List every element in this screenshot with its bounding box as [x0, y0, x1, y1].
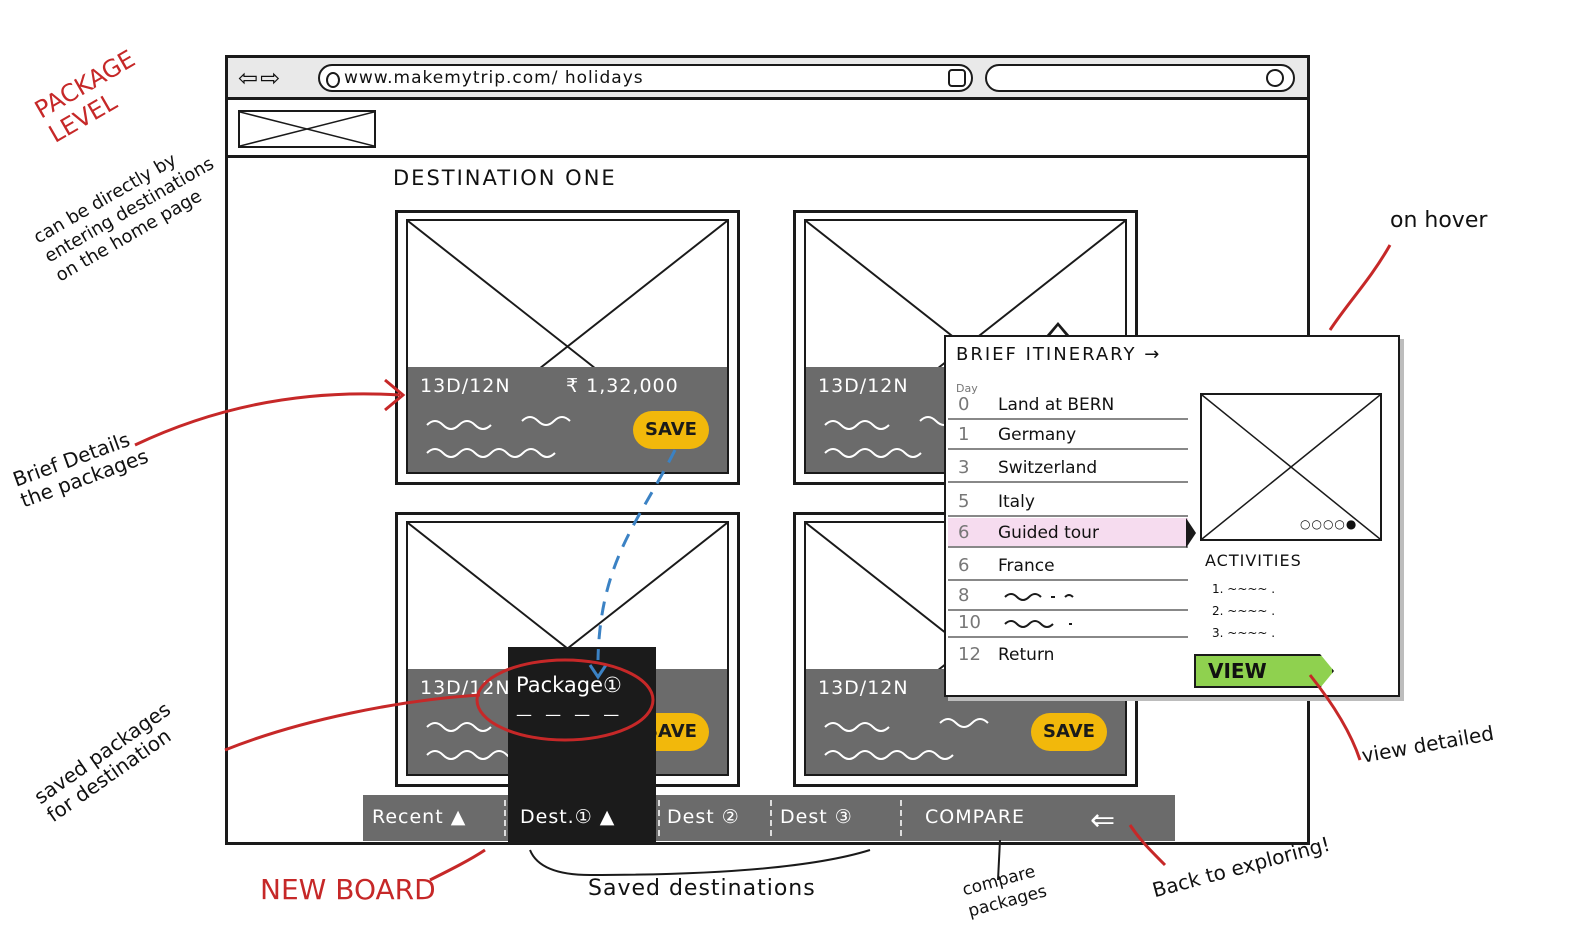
annotation-on-hover: on hover — [1390, 208, 1488, 233]
annotation-saved-destinations: Saved destinations — [588, 876, 816, 901]
annotation-new-board: NEW BOARD — [260, 873, 436, 906]
saved-package-highlight — [475, 658, 655, 742]
save-flow-arrowhead — [588, 664, 608, 680]
annotation-arrows — [134, 244, 1392, 882]
save-flow-connector — [596, 449, 677, 661]
